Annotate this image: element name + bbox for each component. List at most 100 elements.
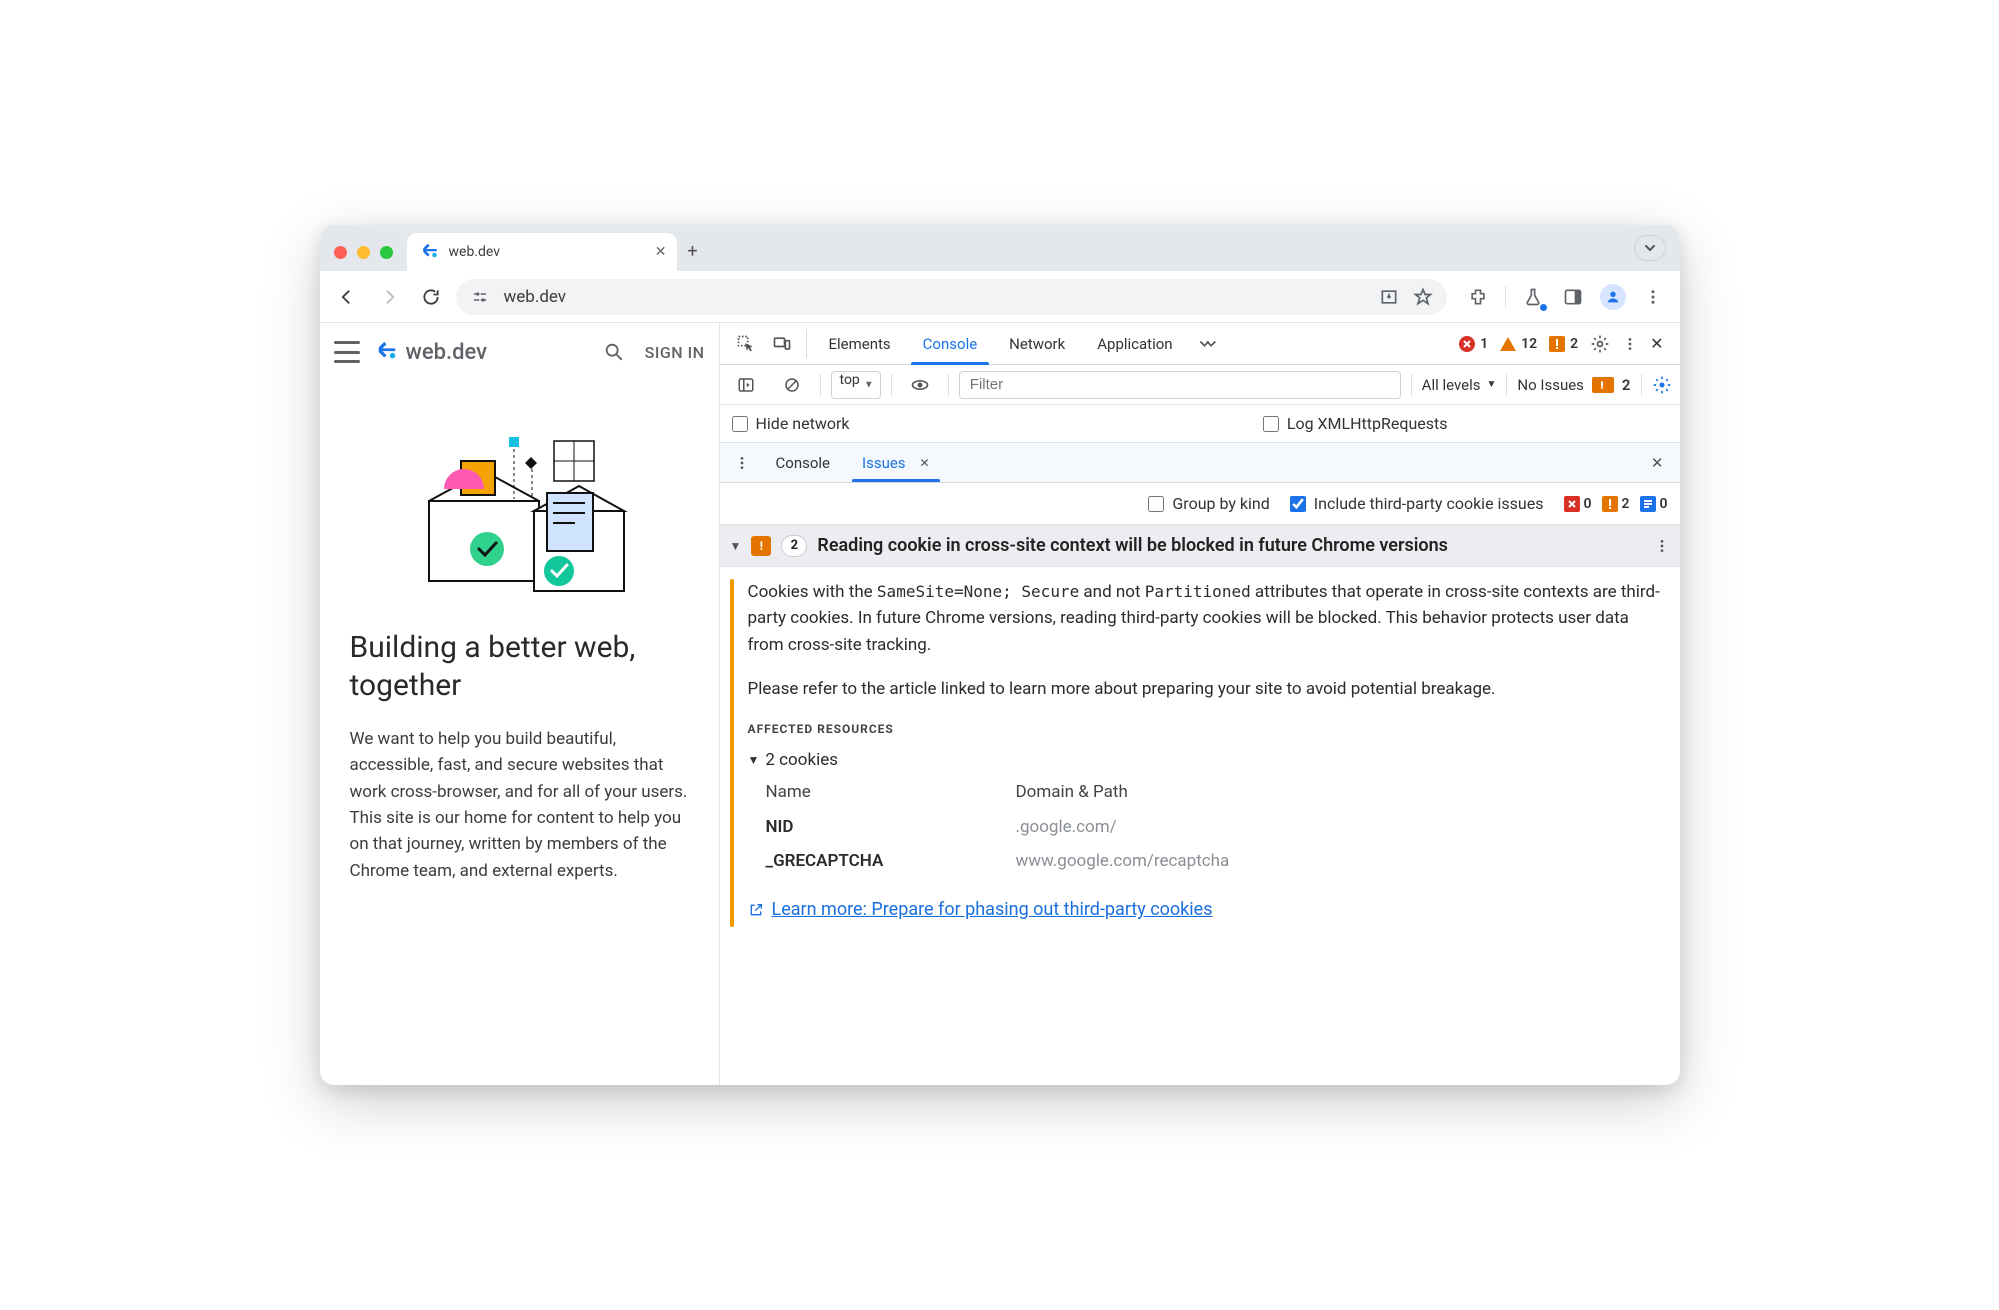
tab-network[interactable]: Network [993,323,1081,364]
issue-count-pill: 2 [781,535,807,557]
omnibox-actions [1379,287,1433,307]
reload-button[interactable] [414,280,448,314]
menu-button[interactable] [334,341,360,363]
page-body: Building a better web, together We want … [320,609,719,914]
toggle-sidebar-icon[interactable] [728,376,764,394]
devtools-pane: Elements Console Network Application 1 1… [720,323,1680,1085]
devtools-more-icon[interactable] [1622,336,1638,352]
group-by-kind-checkbox[interactable]: Group by kind [1148,494,1269,513]
errors-badge[interactable]: 1 [1459,336,1488,352]
page-heading: Building a better web, together [350,629,689,704]
close-drawer-tab-button[interactable]: ✕ [920,456,930,470]
devtools-tabbar: Elements Console Network Application 1 1… [720,323,1680,365]
tab-console[interactable]: Console [907,323,994,364]
close-tab-button[interactable]: ✕ [655,244,667,260]
bookmark-icon[interactable] [1413,287,1433,307]
site-settings-icon[interactable] [470,288,490,306]
drawer-tab-console[interactable]: Console [762,443,845,482]
log-levels-select[interactable]: All levels ▼ [1422,376,1497,394]
issue-paragraph-2: Please refer to the article linked to le… [748,676,1666,702]
tab-elements[interactable]: Elements [813,323,907,364]
live-expression-icon[interactable] [902,375,938,395]
avatar-icon [1600,284,1626,310]
favicon-icon [421,243,439,261]
page-paragraph: We want to help you build beautiful, acc… [350,726,689,884]
tab-strip: web.dev ✕ + [407,225,1620,271]
omnibox[interactable]: web.dev [456,279,1447,315]
drawer-more-icon[interactable] [726,455,758,471]
brand-text: web.dev [406,340,488,365]
issue-title: Reading cookie in cross-site context wil… [817,535,1448,556]
issue-severity-icon: ! [751,536,771,556]
issue-more-icon[interactable] [1654,538,1670,554]
hero-illustration [320,381,719,609]
context-select[interactable]: top ▼ [831,371,881,399]
browser-actions [1455,280,1670,314]
expand-toggle-icon[interactable]: ▼ [730,539,742,553]
brand-logo-icon [376,341,398,363]
issues-badge[interactable]: 2 [1549,336,1578,352]
site-brand[interactable]: web.dev [376,340,488,365]
zoom-window-button[interactable] [380,246,393,259]
console-toolbar: top ▼ All levels ▼ No Issues [720,365,1680,405]
devtools-close-button[interactable]: ✕ [1650,334,1663,353]
col-domain: Domain & Path [1016,779,1128,805]
separator [1505,286,1506,308]
window-controls [334,246,393,259]
divider [806,329,807,358]
close-drawer-button[interactable]: ✕ [1641,454,1674,472]
titlebar: web.dev ✕ + [320,225,1680,271]
tab-title: web.dev [449,244,501,260]
sign-in-link[interactable]: SIGN IN [645,343,705,362]
warnings-badge[interactable]: 12 [1500,336,1537,352]
browser-window: web.dev ✕ + web.dev [320,225,1680,1085]
devtools-settings-icon[interactable] [1590,334,1610,354]
learn-more-link[interactable]: Learn more: Prepare for phasing out thir… [748,896,1213,924]
new-tab-button[interactable]: + [677,235,709,267]
hide-network-checkbox[interactable]: Hide network [732,414,850,433]
close-window-button[interactable] [334,246,347,259]
back-button[interactable] [330,280,364,314]
search-icon[interactable] [603,341,625,363]
issue-paragraph-1: Cookies with the SameSite=None; Secure a… [748,579,1666,658]
drawer-tab-issues[interactable]: Issues ✕ [848,443,944,482]
clear-console-icon[interactable] [774,376,810,394]
warning-icon [1500,337,1516,351]
more-tabs-button[interactable] [1189,323,1225,364]
no-issues-label[interactable]: No Issues 2 [1517,376,1630,394]
forward-button[interactable] [372,280,406,314]
log-xhr-checkbox[interactable]: Log XMLHttpRequests [1263,414,1448,433]
disclosure-triangle-icon: ▼ [748,751,760,770]
cookie-table: Name Domain & Path NID .google.com/ _GRE… [748,779,1666,878]
breaking-changes-count[interactable]: 2 [1602,496,1630,512]
minimize-window-button[interactable] [357,246,370,259]
filter-input[interactable] [959,371,1401,399]
accent-bar [730,579,734,927]
issue-header[interactable]: ▼ ! 2 Reading cookie in cross-site conte… [720,525,1680,567]
page-pane: web.dev SIGN IN [320,323,720,1085]
side-panel-icon[interactable] [1556,280,1590,314]
toolbar: web.dev [320,271,1680,323]
page-errors-count[interactable]: 0 [1564,496,1592,512]
profile-button[interactable] [1596,280,1630,314]
inspect-element-icon[interactable] [728,323,764,364]
extensions-icon[interactable] [1461,280,1495,314]
chrome-menu-button[interactable] [1636,280,1670,314]
labs-icon[interactable] [1516,280,1550,314]
install-app-icon[interactable] [1379,287,1399,307]
cookie-row[interactable]: NID .google.com/ [766,810,1666,844]
improvements-count[interactable]: 0 [1640,496,1668,512]
cookies-disclosure[interactable]: ▼ 2 cookies [748,747,1666,773]
include-third-party-checkbox[interactable]: Include third-party cookie issues [1290,494,1544,513]
content-area: web.dev SIGN IN [320,323,1680,1085]
url-text: web.dev [504,287,567,307]
tab-application[interactable]: Application [1081,323,1188,364]
device-toggle-icon[interactable] [764,323,800,364]
tab-list-button[interactable] [1634,235,1666,261]
drawer-tabbar: Console Issues ✕ ✕ [720,443,1680,483]
console-settings-icon[interactable] [1652,375,1672,395]
cookie-row[interactable]: _GRECAPTCHA www.google.com/recaptcha [766,844,1666,878]
status-badges: 1 12 2 ✕ [1459,323,1671,364]
browser-tab-active[interactable]: web.dev ✕ [407,233,677,271]
console-settings-row: Hide network Log XMLHttpRequests [720,405,1680,443]
